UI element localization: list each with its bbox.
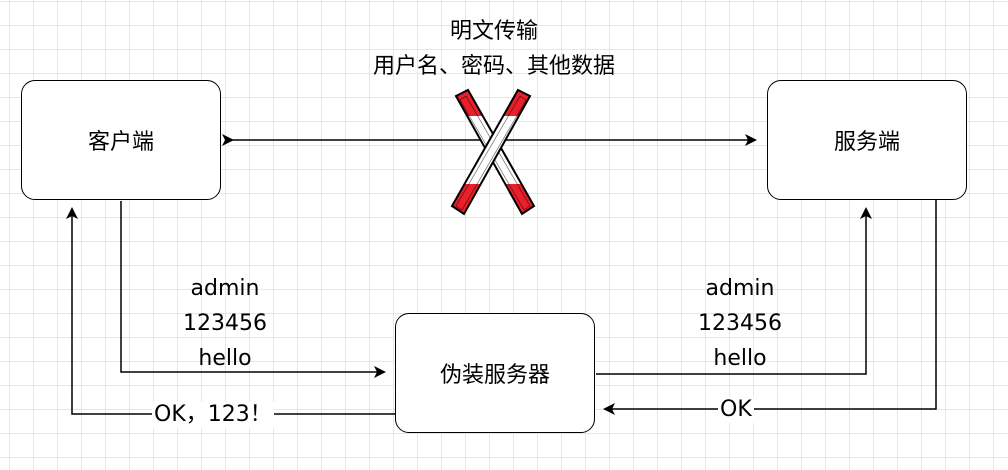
payload-username: admin xyxy=(705,276,775,301)
payload-message: hello xyxy=(198,346,252,371)
payload-message: hello xyxy=(713,346,767,371)
plaintext-caption-line1: 明文传输 xyxy=(449,19,538,44)
server-node: 服务端 xyxy=(767,80,967,200)
fake-server-label: 伪装服务器 xyxy=(439,363,550,388)
client-label: 客户端 xyxy=(87,130,154,155)
client-payload-label: admin 123456 hello xyxy=(165,271,285,376)
server-return-label: OK xyxy=(718,397,754,423)
client-node: 客户端 xyxy=(21,80,221,200)
diagram-canvas: 明文传输 用户名、密码、其他数据 客户端 服务端 伪装服务器 admin 123… xyxy=(0,0,1008,470)
server-label: 服务端 xyxy=(833,130,900,155)
fake-server-node: 伪装服务器 xyxy=(395,313,595,433)
payload-username: admin xyxy=(190,276,260,301)
plaintext-caption: 明文传输 用户名、密码、其他数据 xyxy=(330,14,658,84)
x-cross-icon xyxy=(450,88,536,216)
payload-password: 123456 xyxy=(183,311,267,336)
plaintext-caption-line2: 用户名、密码、其他数据 xyxy=(372,54,615,79)
payload-password: 123456 xyxy=(698,311,782,336)
forwarded-payload-label: admin 123456 hello xyxy=(680,271,800,376)
fake-return-label: OK，123！ xyxy=(152,402,274,428)
